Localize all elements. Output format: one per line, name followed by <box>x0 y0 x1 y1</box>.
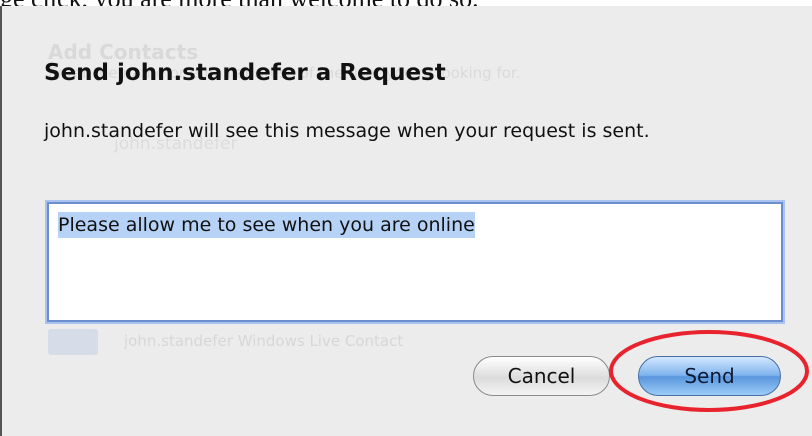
cancel-button[interactable]: Cancel <box>473 356 610 396</box>
add-contacts-window: Add Contacts Enter the name or email add… <box>0 6 812 436</box>
send-button[interactable]: Send <box>638 356 781 396</box>
background-contact-row: john.standefer Windows Live Contact <box>124 332 404 350</box>
background-contact-avatar <box>48 329 98 355</box>
screenshot-page: ge click, you are more than welcome to d… <box>0 0 812 436</box>
request-message-text[interactable]: Please allow me to see when you are onli… <box>58 212 475 238</box>
request-message-textbox[interactable]: Please allow me to see when you are onli… <box>47 202 783 322</box>
request-dialog-message: john.standefer will see this message whe… <box>44 120 650 142</box>
request-dialog-title: Send john.standefer a Request <box>44 60 446 86</box>
